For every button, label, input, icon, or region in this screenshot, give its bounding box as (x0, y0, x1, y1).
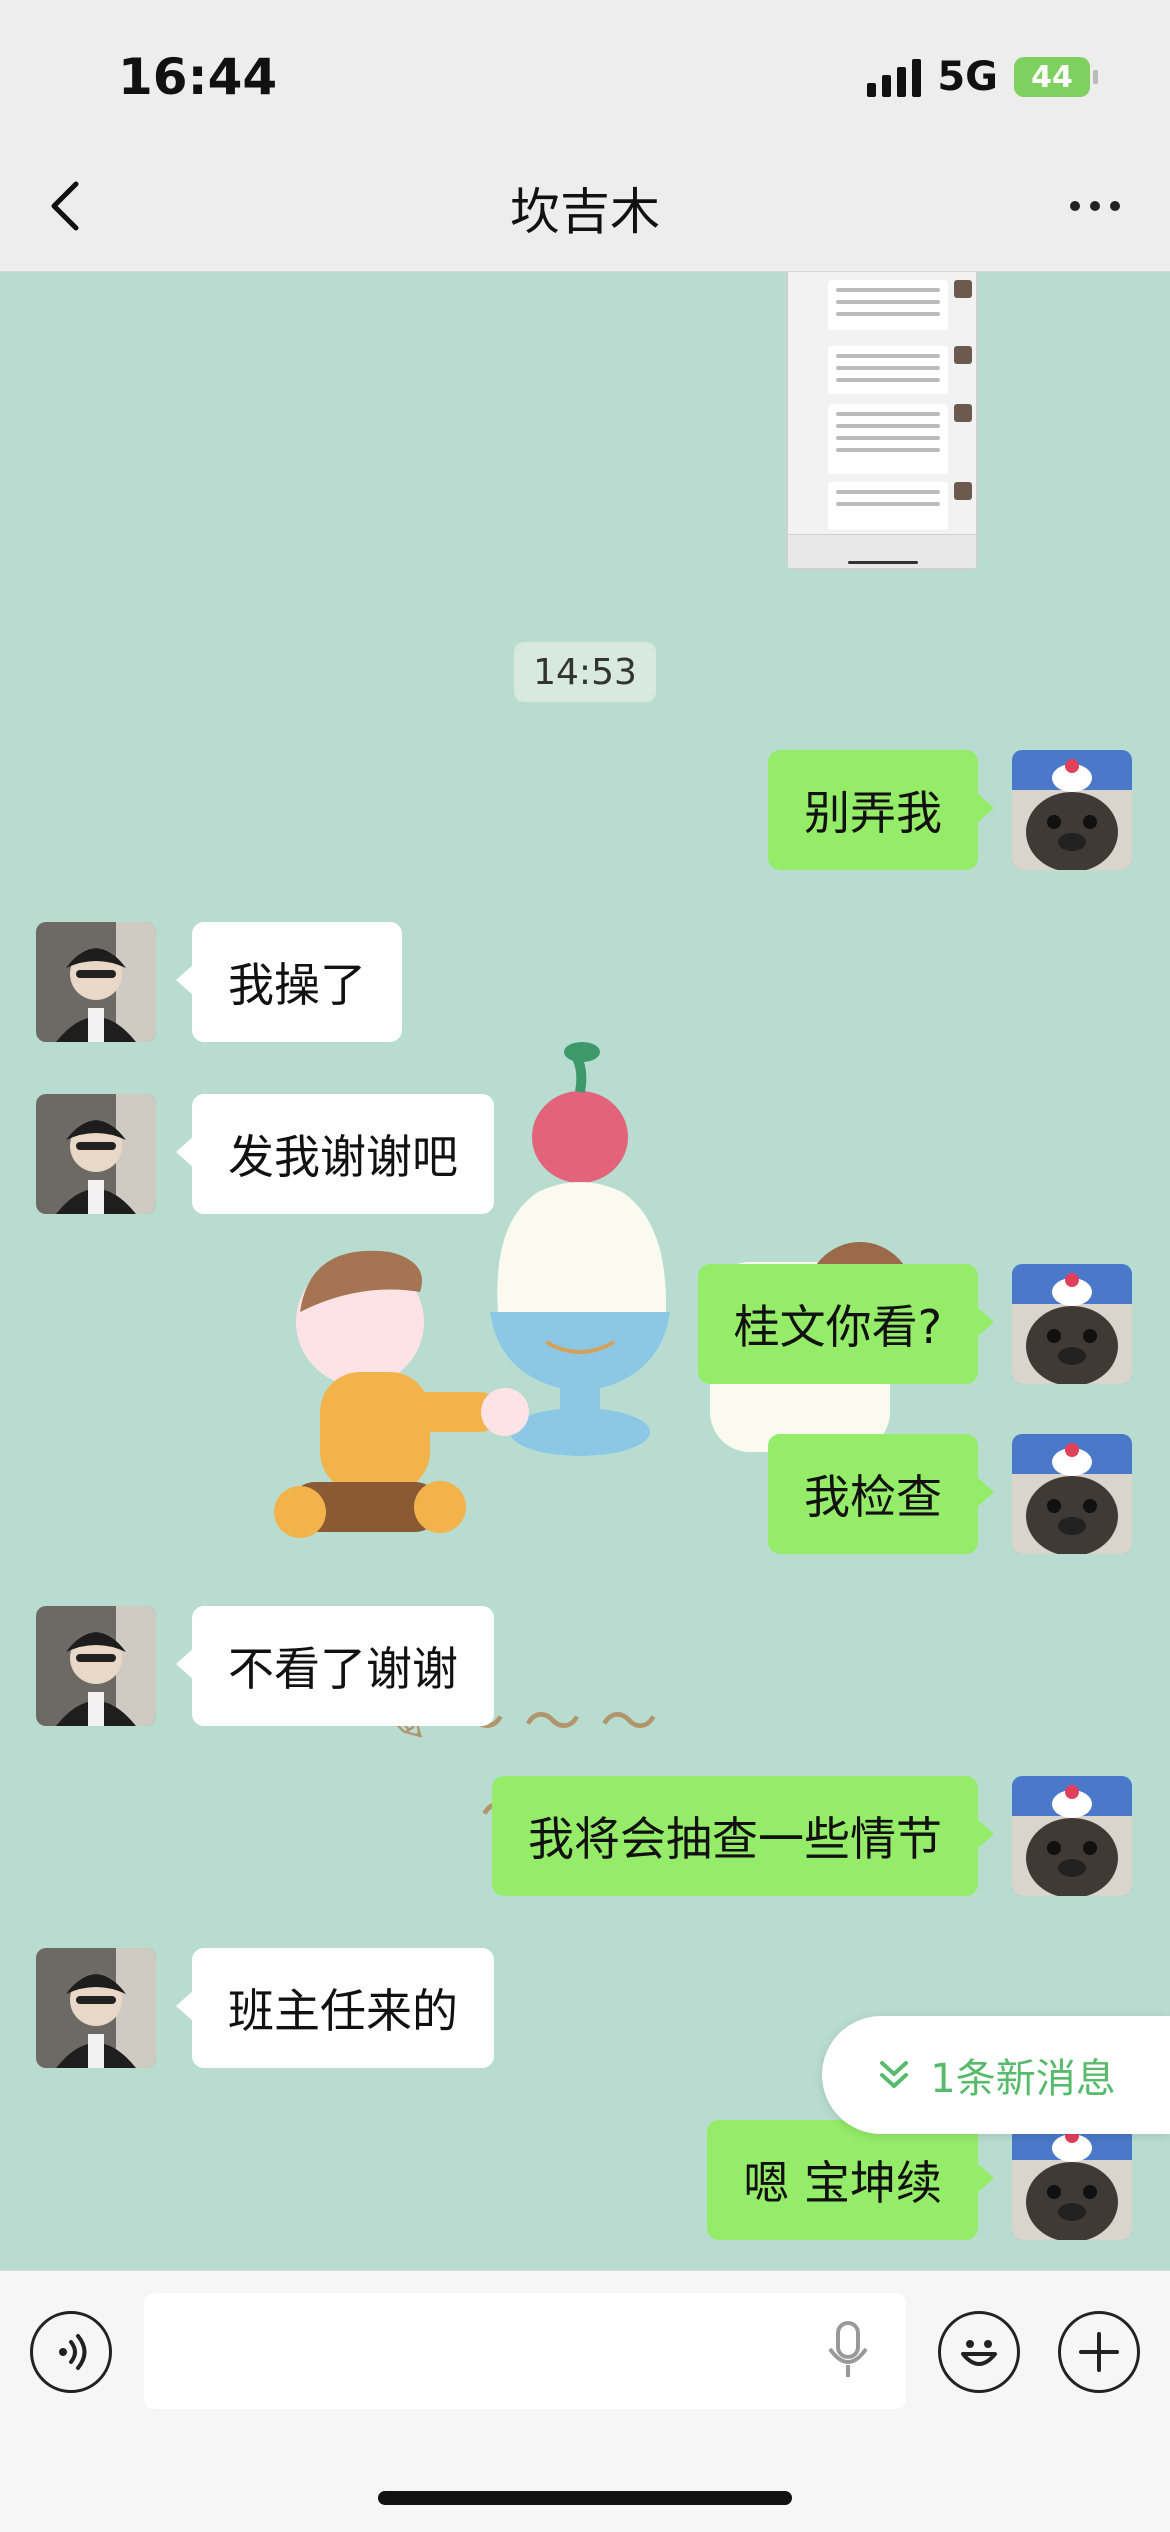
more-icon (1070, 201, 1080, 211)
contact-avatar[interactable] (36, 1606, 156, 1726)
mic-icon[interactable] (826, 2321, 870, 2381)
contact-avatar[interactable] (36, 922, 156, 1042)
mini-input-bar (788, 534, 976, 568)
voice-icon (59, 2334, 87, 2370)
home-indicator[interactable] (378, 2491, 792, 2505)
person-avatar-image (36, 1606, 156, 1726)
more-button[interactable] (1050, 176, 1140, 236)
message-bubble-mine[interactable]: 我检查 (768, 1434, 994, 1554)
mini-avatar (954, 404, 972, 422)
mini-card (828, 482, 948, 530)
otter-avatar-image (1012, 1776, 1132, 1896)
signal-icon (867, 57, 922, 97)
top-bar: 16:44 5G 44 坎吉木 (0, 0, 1170, 272)
my-avatar[interactable] (1012, 1264, 1132, 1384)
input-bar (0, 2270, 1170, 2532)
mini-avatar (954, 346, 972, 364)
otter-avatar-image (1012, 750, 1132, 870)
contact-avatar[interactable] (36, 1094, 156, 1214)
mini-card (828, 404, 948, 474)
plus-icon (1079, 2332, 1119, 2372)
battery-level: 44 (1031, 59, 1073, 95)
person-avatar-image (36, 922, 156, 1042)
more-icon-dot (1090, 201, 1100, 211)
message-input[interactable] (144, 2293, 906, 2409)
status-indicators: 5G 44 (867, 54, 1098, 100)
message-timestamp: 14:53 (514, 642, 656, 702)
my-avatar[interactable] (1012, 1434, 1132, 1554)
my-avatar[interactable] (1012, 1776, 1132, 1896)
network-type: 5G (937, 54, 998, 100)
emoji-button[interactable] (938, 2311, 1020, 2393)
message-bubble-theirs[interactable]: 我操了 (176, 922, 402, 1042)
mini-avatar (954, 482, 972, 500)
my-avatar[interactable] (1012, 2120, 1132, 2240)
person-avatar-image (36, 1094, 156, 1214)
new-message-pill[interactable]: 1条新消息 (822, 2016, 1170, 2134)
mini-avatar (954, 280, 972, 298)
message-bubble-theirs[interactable]: 发我谢谢吧 (176, 1094, 494, 1214)
emoji-icon (961, 2340, 997, 2366)
status-time: 16:44 (118, 48, 278, 106)
mini-card (828, 346, 948, 394)
otter-avatar-image (1012, 1434, 1132, 1554)
new-message-label: 1条新消息 (930, 2056, 1116, 2102)
message-bubble-mine[interactable]: 我将会抽查一些情节 (492, 1776, 994, 1896)
message-bubble-theirs[interactable]: 不看了谢谢 (176, 1606, 494, 1726)
plus-button[interactable] (1058, 2311, 1140, 2393)
message-bubble-mine[interactable]: 桂文你看? (697, 1264, 995, 1384)
chat-area[interactable]: ✎ ～ ～ ～ ～ ～ ～ ！ 14:53 别弄我 我操了 发我谢谢吧 桂文你看… (0, 272, 1170, 2270)
message-bubble-mine[interactable]: 别弄我 (768, 750, 994, 870)
battery-icon: 44 (1014, 57, 1098, 97)
contact-avatar[interactable] (36, 1948, 156, 2068)
message-bubble-mine[interactable]: 嗯 宝坤续 (707, 2120, 994, 2240)
chat-title: 坎吉木 (510, 183, 660, 241)
message-bubble-theirs[interactable]: 班主任来的 (176, 1948, 494, 2068)
more-icon-dot (1110, 201, 1120, 211)
otter-avatar-image (1012, 2120, 1132, 2240)
my-avatar[interactable] (1012, 750, 1132, 870)
mini-card (828, 280, 948, 330)
double-chevron-down-icon (880, 2061, 909, 2088)
shared-screenshot-image[interactable] (786, 272, 978, 570)
voice-button[interactable] (30, 2311, 112, 2393)
person-avatar-image (36, 1948, 156, 2068)
otter-avatar-image (1012, 1264, 1132, 1384)
